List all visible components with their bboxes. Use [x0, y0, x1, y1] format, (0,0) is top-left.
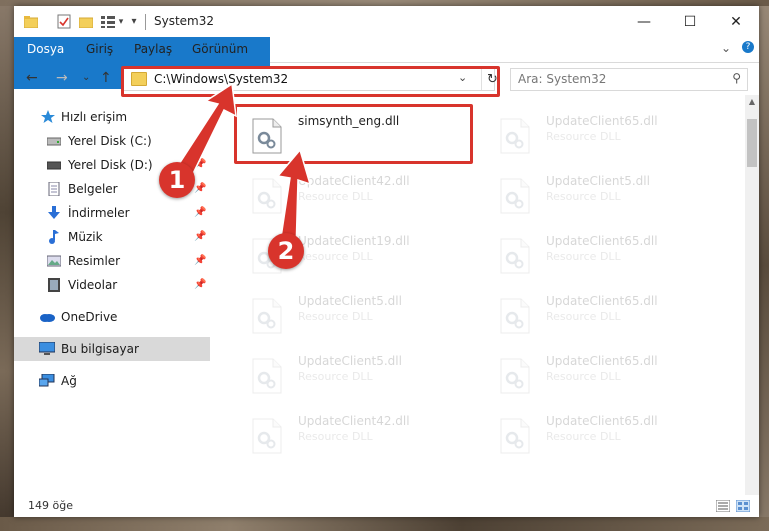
step-2-badge: 2 [268, 233, 304, 269]
step-1-badge: 1 [159, 162, 195, 198]
annotation-arrows [168, 82, 312, 254]
